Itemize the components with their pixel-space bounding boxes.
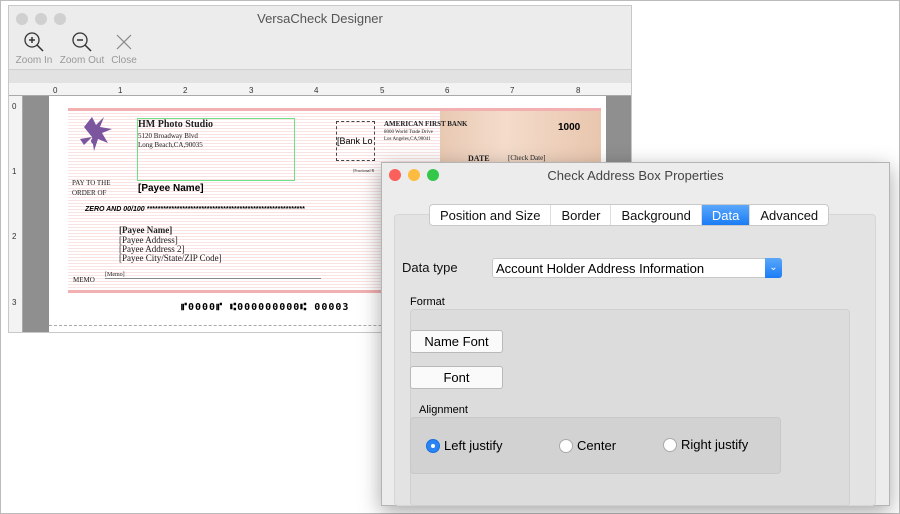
vertical-ruler: 0 1 2 3 [9,96,23,332]
check-date: [Check Date] [508,154,546,162]
ruler-label: 1 [118,86,123,95]
radio-label: Center [577,438,617,453]
ruler-label: 3 [12,298,17,307]
radio-icon [559,438,573,453]
payee-name[interactable]: [Payee Name] [138,183,204,194]
zoom-out-icon [72,32,92,52]
check-number: 1000 [558,122,581,133]
ruler-label: 2 [12,232,17,241]
zoom-out-button[interactable]: Zoom Out [58,31,106,66]
alignment-label: Alignment [419,404,468,416]
tab-background[interactable]: Background [611,205,702,225]
tab-border[interactable]: Border [551,205,612,225]
company-address-2: Long Beach,CA,90035 [138,141,203,149]
zoom-in-icon [24,32,44,52]
bank-address-1: 8000 World Trade Drive [384,130,433,135]
tab-position-and-size[interactable]: Position and Size [430,205,552,225]
micr-line: ⑈0000⑈ ⑆000000000⑆ 00003 [181,302,350,313]
horizontal-ruler: 0 1 2 3 4 5 6 7 8 [9,83,631,96]
tab-advanced[interactable]: Advanced [750,205,828,225]
ruler-label: 8 [576,86,581,95]
radio-label: Left justify [444,438,503,453]
tab-data[interactable]: Data [701,205,751,225]
payee-address-name: [Payee Name] [119,225,173,235]
radio-label: Right justify [681,437,749,452]
dialog-title: Check Address Box Properties [547,168,724,183]
order-of-label: ORDER OF [72,189,107,197]
amount-in-words[interactable]: ZERO AND 00/100 ************************… [85,206,305,213]
radio-left-justify[interactable]: Left justify [426,438,503,453]
tab-bar: Position and Size Border Background Data… [429,204,830,226]
ruler-label: 6 [445,86,450,95]
radio-right-justify[interactable]: Right justify [663,437,748,452]
radio-center[interactable]: Center [559,438,616,453]
payee-city-state-zip: [Payee City/State/ZIP Code] [119,253,222,263]
close-icon [116,34,132,50]
toolbar-separator [9,69,631,83]
close-label: Close [111,55,137,66]
company-address-1: 5120 Broadway Blvd [138,132,198,140]
ruler-label: 4 [314,86,319,95]
chevron-down-icon[interactable]: ⌄ [765,258,782,278]
bank-address-2: Los Angeles,CA,90041 [384,137,431,142]
bank-name: AMERICAN FIRST BANK [384,120,468,128]
alignment-group: Left justify Center Right justify [410,417,781,474]
ruler-label: 0 [53,86,58,95]
memo-field[interactable]: [Memo] [105,272,321,279]
check-address-box-properties-dialog: Check Address Box Properties Position an… [381,162,890,506]
ruler-label: 0 [12,102,17,111]
pay-to-label: PAY TO THE [72,179,111,187]
font-button[interactable]: Font [410,366,503,389]
memo-label: MEMO [73,276,95,284]
name-font-button[interactable]: Name Font [410,330,503,353]
zoom-in-button[interactable]: Zoom In [10,31,58,66]
radio-selected-icon [426,438,440,453]
data-type-label: Data type [402,260,458,275]
bank-logo-box[interactable]: [Bank Lo [336,121,375,161]
data-type-select[interactable]: Account Holder Address Information ⌄ [492,258,782,278]
close-button[interactable]: Close [100,31,148,66]
format-label: Format [410,296,445,308]
ruler-label: 5 [380,86,385,95]
company-name: HM Photo Studio [138,119,214,130]
flower-logo-icon [80,117,112,151]
ruler-label: 2 [183,86,188,95]
radio-icon [663,437,677,452]
window-title: VersaCheck Designer [257,11,383,26]
zoom-out-label: Zoom Out [59,55,105,66]
ruler-label: 1 [12,167,17,176]
ruler-label: 3 [249,86,254,95]
fractional-routing: [Fractional R [353,168,375,173]
data-type-value: Account Holder Address Information [496,261,705,276]
ruler-label: 7 [510,86,515,95]
zoom-in-label: Zoom In [15,55,53,66]
